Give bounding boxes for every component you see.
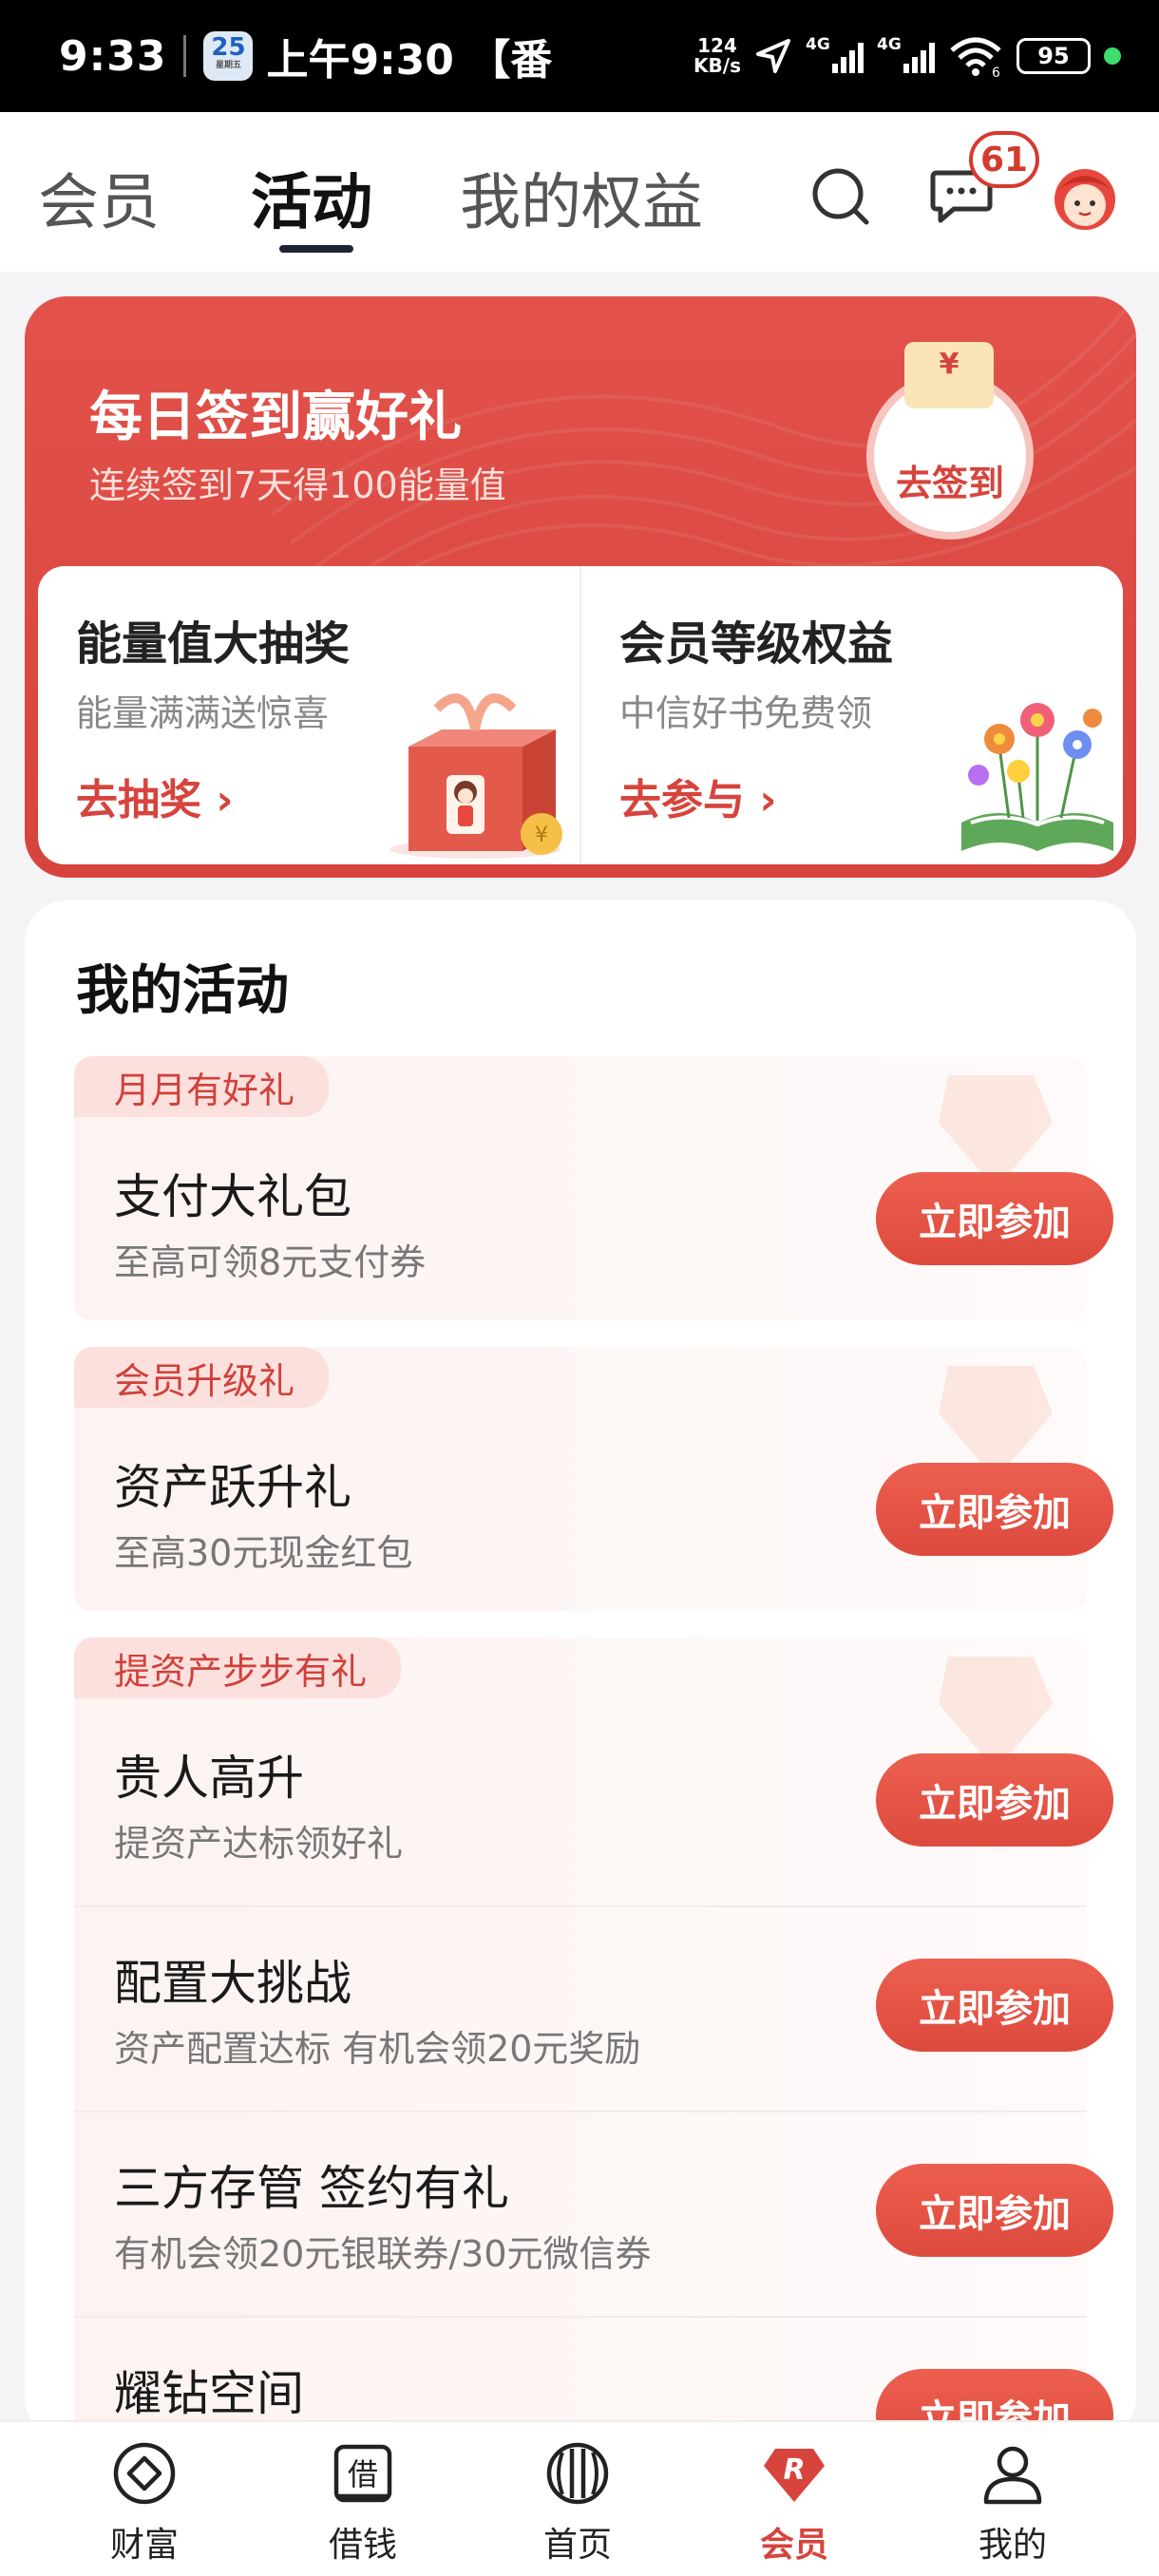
- home-icon: [546, 2442, 609, 2505]
- battery-icon: 95: [1016, 38, 1091, 74]
- tab-member[interactable]: 会员: [38, 154, 160, 241]
- activity-description: 至高可领8元支付券: [114, 1241, 427, 1283]
- message-count-badge: 61: [969, 131, 1040, 188]
- location-arrow-icon: [756, 39, 790, 73]
- daily-signin-banner[interactable]: 每日签到赢好礼 连续签到7天得100能量值 ¥ 去签到 能量值大抽奖 能量满满送…: [25, 296, 1136, 878]
- bottom-nav-label: 首页: [542, 2526, 612, 2565]
- network-speed-unit: KB/s: [694, 54, 741, 77]
- lottery-link-label: 去抽奖: [76, 776, 201, 824]
- network-speed: 124 KB/s: [694, 36, 741, 76]
- calendar-app-icon: 25 星期五: [203, 31, 254, 81]
- cellular-signal-icon: 4G: [877, 35, 935, 73]
- activity-description: 资产配置达标 有机会领20元奖励: [114, 2028, 641, 2070]
- status-notification-text: 上午9:30 【番: [266, 36, 553, 85]
- signin-title: 每日签到赢好礼: [89, 387, 462, 448]
- activity-title: 资产跃升礼: [114, 1460, 352, 1515]
- search-icon[interactable]: [806, 161, 874, 230]
- signin-button[interactable]: ¥ 去签到: [859, 342, 1060, 540]
- status-divider: [183, 35, 187, 77]
- activity-item[interactable]: 配置大挑战 资产配置达标 有机会领20元奖励 立即参加: [74, 1907, 1113, 2111]
- red-packet-symbol: ¥: [939, 348, 960, 381]
- lottery-card-title: 能量值大抽奖: [76, 617, 351, 671]
- borrow-icon: 借: [333, 2444, 392, 2503]
- activity-description: 有机会领20元银联券/30元微信券: [114, 2233, 652, 2275]
- status-time: 9:33: [59, 31, 167, 81]
- flower-book-icon: [961, 703, 1113, 851]
- red-packet-icon: ¥: [904, 342, 994, 408]
- tab-activities[interactable]: 活动: [251, 154, 372, 241]
- bottom-nav-member[interactable]: R 会员: [709, 2422, 880, 2576]
- join-now-button[interactable]: 立即参加: [876, 1172, 1113, 1265]
- gift-box-icon: ¥: [390, 693, 562, 859]
- tab-my-benefits[interactable]: 我的权益: [460, 154, 703, 241]
- bottom-nav-wealth[interactable]: 财富: [59, 2422, 230, 2576]
- bottom-nav-profile[interactable]: 我的: [927, 2422, 1098, 2576]
- mascot-avatar-icon[interactable]: [1045, 156, 1125, 236]
- activity-title: 贵人高升: [114, 1751, 304, 1806]
- lottery-card-subtitle: 能量满满送惊喜: [76, 692, 330, 734]
- activity-title: 耀钻空间: [114, 2366, 304, 2421]
- top-navigation: 会员 活动 我的权益 61: [0, 112, 1159, 272]
- participate-link[interactable]: 去参与 ›: [619, 766, 776, 826]
- member-icon: R: [764, 2449, 825, 2502]
- bottom-nav-label: 借钱: [328, 2526, 397, 2565]
- member-icon-char: R: [783, 2453, 805, 2487]
- privacy-indicator-dot: [1104, 47, 1121, 65]
- borrow-icon-char: 借: [348, 2456, 378, 2492]
- lottery-link[interactable]: 去抽奖 ›: [76, 766, 233, 826]
- feature-cards: 能量值大抽奖 能量满满送惊喜 去抽奖 › ¥ 会员等级权益 中信好书免费领 去参…: [38, 566, 1123, 864]
- bottom-nav-label: 财富: [109, 2526, 179, 2565]
- active-tab-indicator: [279, 245, 353, 253]
- bottom-nav-label: 我的: [978, 2526, 1047, 2565]
- network-type-1: 4G: [806, 35, 830, 54]
- activity-title: 三方存管 签约有礼: [114, 2161, 509, 2216]
- join-now-button[interactable]: 立即参加: [876, 1753, 1113, 1847]
- join-now-button[interactable]: 立即参加: [876, 1463, 1113, 1556]
- my-activities-heading: 我的活动: [76, 960, 289, 1022]
- activity-item[interactable]: 月月有好礼 支付大礼包 至高可领8元支付券 立即参加: [74, 1056, 1113, 1320]
- battery-level: 95: [1037, 43, 1070, 69]
- activity-item[interactable]: 三方存管 签约有礼 有机会领20元银联券/30元微信券 立即参加: [74, 2112, 1113, 2316]
- activity-description: 至高30元现金红包: [114, 1532, 413, 1574]
- my-activities-section: 我的活动 月月有好礼 支付大礼包 至高可领8元支付券 立即参加 会员升级礼 资产…: [25, 900, 1136, 2439]
- status-bar: 9:33 25 星期五 上午9:30 【番 124 KB/s 4G 4G 6 9…: [0, 0, 1159, 112]
- cellular-signal-icon: 4G: [806, 35, 864, 73]
- activity-title: 支付大礼包: [114, 1169, 352, 1224]
- wifi-icon: 6: [950, 37, 1001, 77]
- bottom-nav-home[interactable]: 首页: [492, 2422, 663, 2576]
- activity-item[interactable]: 会员升级礼 资产跃升礼 至高30元现金红包 立即参加: [74, 1347, 1113, 1611]
- member-level-card-subtitle: 中信好书免费领: [619, 692, 873, 734]
- activity-description: 提资产达标领好礼: [114, 1823, 404, 1865]
- join-now-button[interactable]: 立即参加: [876, 1959, 1113, 2052]
- chevron-right-icon: ›: [216, 776, 234, 824]
- wealth-icon: [113, 2442, 176, 2505]
- participate-link-label: 去参与: [619, 776, 745, 824]
- lottery-card[interactable]: 能量值大抽奖 能量满满送惊喜 去抽奖 › ¥: [38, 566, 580, 864]
- network-speed-value: 124: [697, 34, 737, 57]
- member-level-card[interactable]: 会员等级权益 中信好书免费领 去参与 ›: [581, 566, 1123, 864]
- bottom-nav-label: 会员: [759, 2526, 828, 2565]
- calendar-weekday: 星期五: [215, 61, 241, 70]
- member-level-card-title: 会员等级权益: [619, 617, 894, 671]
- signin-button-label: 去签到: [895, 463, 1004, 504]
- calendar-day: 25: [211, 33, 246, 62]
- wifi-version: 6: [992, 66, 1000, 77]
- profile-icon: [983, 2446, 1042, 2505]
- activity-title: 配置大挑战: [114, 1956, 352, 2011]
- activity-tag: 月月有好礼: [74, 1056, 330, 1117]
- chevron-right-icon: ›: [759, 776, 777, 824]
- network-type-2: 4G: [877, 35, 902, 54]
- signin-subtitle: 连续签到7天得100能量值: [89, 464, 506, 506]
- svg-text:¥: ¥: [535, 824, 548, 847]
- join-now-button[interactable]: 立即参加: [876, 2164, 1113, 2257]
- bottom-nav-borrow[interactable]: 借 借钱: [277, 2422, 448, 2576]
- activity-tag: 提资产步步有礼: [74, 1638, 402, 1698]
- activity-tag: 会员升级礼: [74, 1347, 330, 1408]
- bottom-navigation: 财富 借 借钱 首页 R 会员 我的: [0, 2420, 1159, 2576]
